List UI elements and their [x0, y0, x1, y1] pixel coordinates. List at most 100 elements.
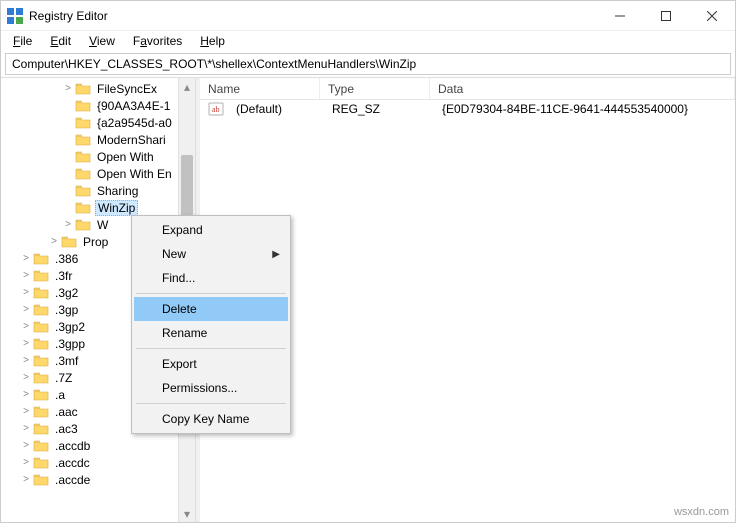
column-header-type[interactable]: Type	[320, 78, 430, 99]
ctx-new[interactable]: New▶	[134, 242, 288, 266]
folder-icon	[75, 82, 91, 96]
value-type: REG_SZ	[324, 102, 434, 116]
tree-expander-icon[interactable]: >	[47, 236, 61, 247]
tree-item-label: WinZip	[95, 200, 138, 216]
ctx-permissions[interactable]: Permissions...	[134, 376, 288, 400]
folder-icon	[33, 337, 49, 351]
scroll-up-button[interactable]: ▴	[179, 78, 195, 95]
tree-expander-icon[interactable]: >	[19, 321, 33, 332]
tree-item-label: .a	[53, 388, 67, 402]
tree-expander-icon[interactable]: >	[19, 389, 33, 400]
folder-icon	[75, 184, 91, 198]
tree-item[interactable]: >WinZip	[1, 199, 195, 216]
tree-expander-icon[interactable]: >	[19, 423, 33, 434]
tree-expander-icon[interactable]: >	[61, 83, 75, 94]
tree-item[interactable]: >ModernShari	[1, 131, 195, 148]
tree-item-label: .aac	[53, 405, 80, 419]
tree-item[interactable]: >.accdb	[1, 437, 195, 454]
tree-expander-icon[interactable]: >	[19, 287, 33, 298]
folder-icon	[75, 99, 91, 113]
tree-expander-icon[interactable]: >	[19, 372, 33, 383]
column-header-name[interactable]: Name	[200, 78, 320, 99]
tree-item-label: .3g2	[53, 286, 80, 300]
tree-expander-icon[interactable]: >	[19, 440, 33, 451]
tree-item[interactable]: > Sharing	[1, 182, 195, 199]
tree-expander-icon: >	[61, 151, 75, 162]
tree-item-label: .3gpp	[53, 337, 87, 351]
window-title: Registry Editor	[29, 9, 597, 23]
close-button[interactable]	[689, 1, 735, 30]
tree-item[interactable]: > .accde	[1, 471, 195, 488]
tree-item-label: .3fr	[53, 269, 74, 283]
address-bar-text: Computer\HKEY_CLASSES_ROOT\*\shellex\Con…	[12, 57, 416, 71]
folder-icon	[33, 456, 49, 470]
menu-help[interactable]: Help	[192, 33, 233, 49]
menu-view[interactable]: View	[81, 33, 123, 49]
tree-expander-icon: >	[61, 134, 75, 145]
address-bar[interactable]: Computer\HKEY_CLASSES_ROOT\*\shellex\Con…	[5, 53, 731, 75]
value-name: (Default)	[228, 102, 324, 116]
tree-item[interactable]: > .accdc	[1, 454, 195, 471]
tree-item-label: .accdc	[53, 456, 92, 470]
tree-item-label: {90AA3A4E-1	[95, 99, 172, 113]
values-header: Name Type Data	[200, 78, 735, 100]
tree-expander-icon[interactable]: >	[19, 338, 33, 349]
ctx-export[interactable]: Export	[134, 352, 288, 376]
tree-item-label: W	[95, 218, 110, 232]
menu-edit[interactable]: Edit	[42, 33, 79, 49]
tree-item[interactable]: >Open With En	[1, 165, 195, 182]
tree-expander-icon: >	[61, 117, 75, 128]
window-buttons	[597, 1, 735, 30]
tree-item-label: .accde	[53, 473, 92, 487]
ctx-copy-key-name[interactable]: Copy Key Name	[134, 407, 288, 431]
ctx-separator	[136, 293, 286, 294]
tree-expander-icon: >	[61, 185, 75, 196]
folder-icon	[33, 388, 49, 402]
tree-item[interactable]: >FileSyncEx	[1, 80, 195, 97]
minimize-button[interactable]	[597, 1, 643, 30]
tree-expander-icon[interactable]: >	[19, 253, 33, 264]
ctx-separator	[136, 403, 286, 404]
menubar: File Edit View Favorites Help	[1, 31, 735, 51]
tree-item[interactable]: >{a2a9545d-a0	[1, 114, 195, 131]
tree-item[interactable]: >Open With	[1, 148, 195, 165]
folder-icon	[33, 405, 49, 419]
folder-icon	[33, 422, 49, 436]
tree-item-label: .ac3	[53, 422, 80, 436]
value-row[interactable]: ab(Default)REG_SZ{E0D79304-84BE-11CE-964…	[200, 100, 735, 118]
ctx-expand[interactable]: Expand	[134, 218, 288, 242]
ctx-rename[interactable]: Rename	[134, 321, 288, 345]
folder-icon	[33, 303, 49, 317]
folder-icon	[33, 371, 49, 385]
folder-icon	[75, 167, 91, 181]
tree-expander-icon[interactable]: >	[19, 406, 33, 417]
ctx-find[interactable]: Find...	[134, 266, 288, 290]
folder-icon	[33, 269, 49, 283]
tree-item-label: .3mf	[53, 354, 80, 368]
ctx-delete[interactable]: Delete	[134, 297, 288, 321]
folder-icon	[75, 116, 91, 130]
titlebar: Registry Editor	[1, 1, 735, 31]
scroll-down-button[interactable]: ▾	[179, 505, 195, 522]
menu-file[interactable]: File	[5, 33, 40, 49]
string-value-icon: ab	[208, 101, 224, 117]
tree-expander-icon: >	[61, 168, 75, 179]
context-menu: Expand New▶ Find... Delete Rename Export…	[131, 215, 291, 434]
tree-item[interactable]: >{90AA3A4E-1	[1, 97, 195, 114]
tree-expander-icon[interactable]: >	[19, 457, 33, 468]
column-header-data[interactable]: Data	[430, 78, 735, 99]
chevron-right-icon: ▶	[272, 249, 280, 260]
folder-icon	[61, 235, 77, 249]
tree-expander-icon[interactable]: >	[19, 355, 33, 366]
folder-icon	[33, 286, 49, 300]
tree-expander-icon[interactable]: >	[19, 474, 33, 485]
tree-item-label: .7Z	[53, 371, 74, 385]
menu-favorites[interactable]: Favorites	[125, 33, 190, 49]
maximize-button[interactable]	[643, 1, 689, 30]
tree-item-label: Sharing	[95, 184, 140, 198]
tree-expander-icon[interactable]: >	[61, 219, 75, 230]
tree-expander-icon[interactable]: >	[19, 270, 33, 281]
folder-icon	[33, 439, 49, 453]
folder-icon	[33, 354, 49, 368]
tree-expander-icon[interactable]: >	[19, 304, 33, 315]
